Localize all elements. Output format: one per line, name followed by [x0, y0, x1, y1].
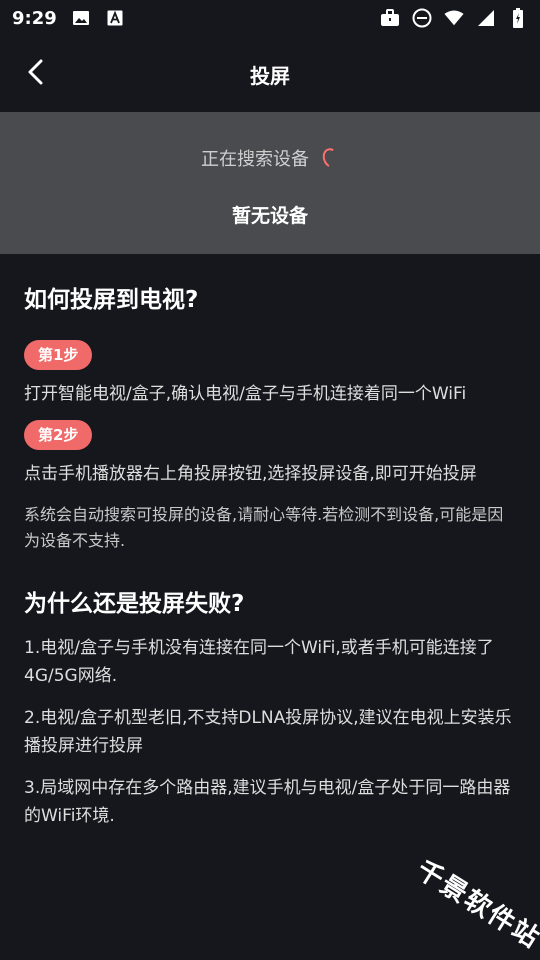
- wifi-icon: [444, 8, 464, 28]
- status-right: [380, 8, 528, 28]
- faq-reason-2: 2.电视/盒子机型老旧,不支持DLNA投屏协议,建议在电视上安装乐播投屏进行投屏: [24, 708, 512, 756]
- watermark: 千景软件站: [410, 855, 540, 955]
- signal-icon: [476, 8, 496, 28]
- back-button[interactable]: [16, 54, 56, 94]
- app-header: 投屏: [0, 36, 540, 112]
- battery-icon: [508, 8, 528, 28]
- step1-badge: 第1步: [24, 340, 93, 370]
- step1-text: 打开智能电视/盒子,确认电视/盒子与手机连接着同一个WiFi: [24, 384, 467, 404]
- status-left: 9:29: [12, 8, 125, 29]
- status-bar: 9:29: [0, 0, 540, 36]
- guide-note: 系统会自动搜索可投屏的设备,请耐心等待.若检测不到设备,可能是因为设备不支持.: [24, 505, 504, 550]
- chevron-left-icon: [26, 59, 46, 89]
- search-status-text: 正在搜索设备: [201, 149, 309, 170]
- briefcase-icon: [380, 8, 400, 28]
- faq-reason-1: 1.电视/盒子与手机没有连接在同一个WiFi,或者手机可能连接了4G/5G网络.: [24, 638, 494, 686]
- page-title: 投屏: [250, 63, 290, 88]
- device-search-panel: 正在搜索设备 暂无设备: [0, 112, 540, 254]
- step2-text: 点击手机播放器右上角投屏按钮,选择投屏设备,即可开始投屏: [24, 464, 477, 484]
- status-time: 9:29: [12, 7, 57, 29]
- search-status-row: 正在搜索设备: [0, 130, 540, 186]
- loading-spinner-icon: [320, 145, 342, 171]
- do-not-disturb-icon: [412, 8, 432, 28]
- no-device-text: 暂无设备: [231, 205, 308, 227]
- faq-reason-3: 3.局域网中存在多个路由器,建议手机与电视/盒子处于同一路由器的WiFi环境.: [24, 778, 511, 826]
- step2-badge: 第2步: [24, 420, 93, 450]
- image-icon: [71, 8, 91, 28]
- guide-title: 如何投屏到电视?: [24, 287, 199, 313]
- a-letter-icon: [105, 8, 125, 28]
- guide-content: 如何投屏到电视? 第1步 打开智能电视/盒子,确认电视/盒子与手机连接着同一个W…: [24, 280, 516, 830]
- faq-title: 为什么还是投屏失败?: [24, 591, 245, 617]
